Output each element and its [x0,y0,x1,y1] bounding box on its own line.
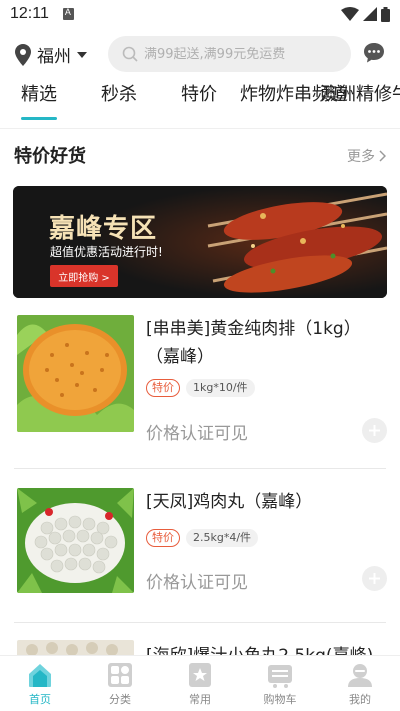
nav-profile-label: 我的 [349,693,371,706]
more-link[interactable]: 更多 [347,146,386,166]
nav-category[interactable]: 分类 [80,656,160,711]
nav-cart-label: 购物车 [263,693,297,706]
section-title: 特价好货 [14,146,86,167]
product-image [17,640,134,655]
status-bar: 12:11 [0,0,400,28]
top-bar: 福州 [0,34,400,74]
promo-banner[interactable]: 嘉峰专区 超值优惠活动进行时! 立即抢购 > [13,186,387,298]
profile-icon [348,664,372,687]
product-divider [14,622,386,623]
city-label: 福州 [37,47,71,67]
banner-subtitle: 超值优惠活动进行时! [50,245,163,259]
caret-down-icon [77,51,87,58]
tab-flash-sale[interactable]: 秒杀 [101,82,137,108]
nav-home[interactable]: 首页 [0,656,80,711]
nav-cart[interactable]: 购物车 [240,656,320,711]
chat-bubble-icon [364,43,384,63]
tabs-divider [0,128,400,129]
message-button[interactable] [363,42,385,68]
category-icon [108,663,132,687]
product-tags: 特价 1kg*10/件 [146,379,255,397]
more-label: 更多 [347,149,375,165]
product-card[interactable]: [天凤]鸡肉丸（嘉峰） 特价 2.5kg*4/件 价格认证可见 [0,488,400,628]
status-indicators [341,6,390,22]
favorite-icon [189,663,211,687]
tab-featured[interactable]: 精选 [21,82,57,120]
cart-icon [268,665,292,688]
product-name: [海欣]爆汁小鱼丸2.5kg(嘉峰) [146,642,378,655]
home-icon [29,664,51,687]
search-bar[interactable] [108,36,351,72]
meatballs-image [17,488,134,593]
product-tags: 特价 2.5kg*4/件 [146,529,259,547]
location-pin-icon [15,43,31,66]
status-time: 12:11 [10,5,49,22]
signal-icon [363,7,377,21]
plus-icon [369,425,380,436]
chevron-right-icon [379,150,386,162]
special-tag: 特价 [146,529,180,547]
tab-special-price[interactable]: 特价 [181,82,217,108]
nav-profile[interactable]: 我的 [320,656,400,711]
nav-favorites[interactable]: 常用 [160,656,240,711]
banner-title: 嘉峰专区 [49,214,158,244]
buy-now-button[interactable]: 立即抢购 > [50,265,118,287]
price-hidden-text: 价格认证可见 [146,573,248,593]
special-goods-header: 特价好货 更多 [0,140,400,174]
nav-favorites-label: 常用 [189,693,211,706]
sim-icon [62,7,74,20]
fried-cutlet-image [17,315,134,432]
search-icon [122,46,138,62]
tab-australian-beef[interactable]: 澳洲精修牛肉 [320,82,400,108]
spec-tag: 2.5kg*4/件 [186,529,259,547]
product-card[interactable]: [海欣]爆汁小鱼丸2.5kg(嘉峰) [0,640,400,655]
product-name: [天凤]鸡肉丸（嘉峰） [146,492,313,512]
plus-icon [369,573,380,584]
bottom-navigation: 首页 分类 常用 购物车 我的 [0,655,400,711]
product-image [17,315,134,432]
product-name: [串串美]黄金纯肉排（1kg）（嘉峰） [146,319,361,367]
product-image [17,488,134,593]
search-input[interactable] [144,46,334,62]
nav-category-label: 分类 [109,693,131,706]
price-hidden-text: 价格认证可见 [146,424,248,444]
add-to-cart-button[interactable] [362,418,387,443]
product-card[interactable]: [串串美]黄金纯肉排（1kg）（嘉峰） 特价 1kg*10/件 价格认证可见 [0,315,400,455]
nav-home-label: 首页 [29,693,51,706]
fish-balls-image [17,640,134,655]
wifi-icon [341,7,359,21]
special-tag: 特价 [146,379,180,397]
location-selector[interactable]: 福州 [15,42,87,67]
category-tabs: 精选 秒杀 特价 炸物炸串频道 澳洲精修牛肉 [0,82,400,126]
spec-tag: 1kg*10/件 [186,379,255,397]
battery-icon [381,6,390,22]
add-to-cart-button[interactable] [362,566,387,591]
product-divider [14,468,386,469]
